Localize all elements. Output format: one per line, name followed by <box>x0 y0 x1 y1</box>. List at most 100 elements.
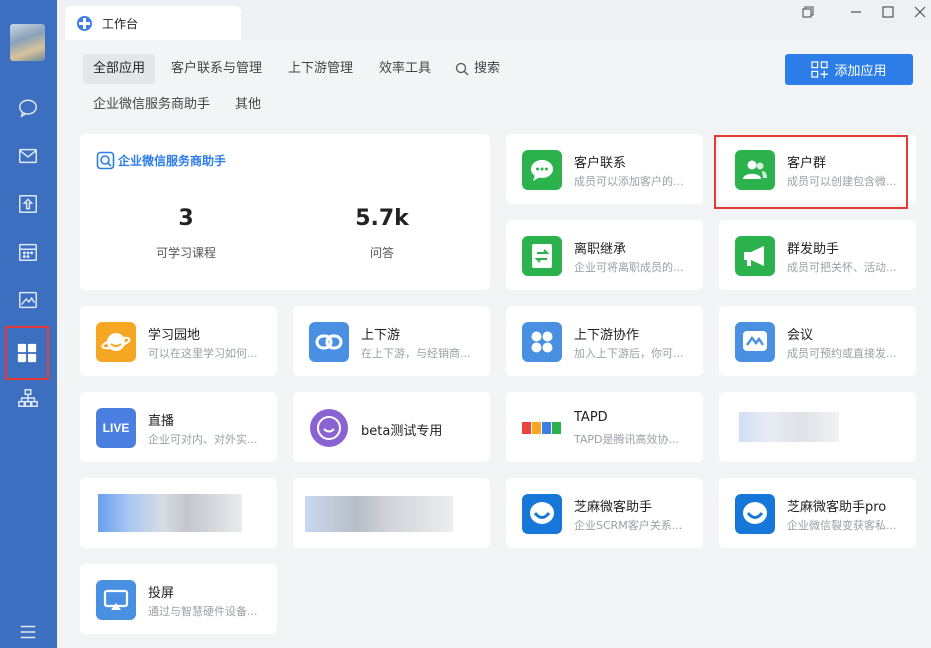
app-card-supply-collab[interactable]: 上下游协作 加入上下游后，你可... <box>506 306 703 376</box>
service-assistant-card[interactable]: 企业微信服务商助手 3 可学习课程 5.7k 问答 <box>80 134 490 290</box>
sidebar <box>0 0 57 648</box>
docs-icon <box>19 195 37 213</box>
app-name: 客户联系 <box>574 156 627 171</box>
group-users-icon <box>735 150 775 190</box>
app-desc: 企业可对内、对外实... <box>148 433 258 446</box>
sidebar-item-calendar[interactable] <box>6 230 50 274</box>
workbench-grid-icon <box>17 343 37 363</box>
tab-all-apps[interactable]: 全部应用 <box>83 54 156 84</box>
app-card-learning[interactable]: 学习园地 可以在这里学习如何... <box>80 306 277 376</box>
app-card-supply-chain[interactable]: 上下游 在上下游，与经销商... <box>293 306 490 376</box>
stat-courses-value: 3 <box>178 206 194 231</box>
app-card-blurred[interactable] <box>293 478 490 548</box>
maximize-button[interactable] <box>879 4 897 20</box>
planet-icon <box>96 322 136 362</box>
tab-efficiency-tools[interactable]: 效率工具 <box>369 54 441 84</box>
chat-icon <box>19 99 37 118</box>
search-icon <box>455 62 469 76</box>
restore-button[interactable] <box>799 4 817 20</box>
sidebar-item-menu[interactable] <box>6 610 50 648</box>
app-card-blurred[interactable] <box>719 392 916 462</box>
workbench-logo-icon <box>77 15 92 31</box>
live-icon-text: LIVE <box>102 421 130 435</box>
stat-qa-value: 5.7k <box>355 206 409 231</box>
app-desc: 在上下游，与经销商... <box>361 347 471 360</box>
app-desc: 成员可把关怀、活动... <box>787 261 897 274</box>
app-name: 直播 <box>148 414 175 429</box>
assistant-title: 企业微信服务商助手 <box>118 154 227 168</box>
tab-workbench[interactable]: 工作台 <box>65 6 241 40</box>
tab-customer-management[interactable]: 客户联系与管理 <box>161 54 272 84</box>
app-name: 会议 <box>787 328 814 343</box>
app-card-zhima-assistant-pro[interactable]: 芝麻微客助手pro 企业微信裂变获客私... <box>719 478 916 548</box>
four-dots-icon <box>522 322 562 362</box>
app-name: 学习园地 <box>148 328 201 343</box>
app-card-blurred[interactable] <box>80 478 277 548</box>
close-icon <box>914 6 926 18</box>
app-card-meeting[interactable]: 会议 成员可预约或直接发... <box>719 306 916 376</box>
app-name: 上下游协作 <box>574 328 640 343</box>
app-card-customer-group[interactable]: 客户群 成员可以创建包含微... <box>719 134 916 204</box>
search-button[interactable]: 搜索 <box>445 54 510 84</box>
sidebar-item-photos[interactable] <box>6 278 50 322</box>
app-desc: 成员可以添加客户的... <box>574 175 684 188</box>
restore-icon <box>802 6 814 18</box>
smile-bubble-icon <box>522 494 562 534</box>
app-desc: TAPD是腾讯高效协... <box>574 433 679 446</box>
app-desc: 企业可将离职成员的... <box>574 261 684 274</box>
app-name: 芝麻微客助手pro <box>787 500 887 515</box>
stat-courses-label: 可学习课程 <box>155 246 216 260</box>
app-card-zhima-assistant[interactable]: 芝麻微客助手 企业SCRM客户关系... <box>506 478 703 548</box>
mail-icon <box>19 148 37 164</box>
sidebar-item-messages[interactable] <box>6 86 50 130</box>
sidebar-item-mail[interactable] <box>6 134 50 178</box>
stat-qa-label: 问答 <box>369 246 394 260</box>
app-name: TAPD <box>574 410 608 425</box>
app-name: 投屏 <box>148 586 175 601</box>
photos-icon <box>19 291 37 309</box>
app-card-live[interactable]: LIVE 直播 企业可对内、对外实... <box>80 392 277 462</box>
app-card-beta-test[interactable]: beta测试专用 <box>293 392 490 462</box>
app-name: 上下游 <box>361 328 401 343</box>
pixelated-app-block <box>739 412 839 442</box>
menu-icon <box>20 625 36 639</box>
link-icon <box>309 322 349 362</box>
minimize-button[interactable] <box>847 4 865 20</box>
maximize-icon <box>882 6 894 18</box>
app-card-screen-cast[interactable]: 投屏 通过与智慧硬件设备... <box>80 564 277 634</box>
app-desc: 通过与智慧硬件设备... <box>148 605 258 618</box>
add-app-icon <box>811 61 829 78</box>
app-card-resignation-inherit[interactable]: 离职继承 企业可将离职成员的... <box>506 220 703 290</box>
close-button[interactable] <box>911 4 929 20</box>
app-desc: 可以在这里学习如何... <box>148 347 258 360</box>
screen-cast-icon <box>96 580 136 620</box>
smile-circle-icon <box>309 408 349 448</box>
live-icon: LIVE <box>96 408 136 448</box>
avatar[interactable] <box>10 24 45 61</box>
app-name: 芝麻微客助手 <box>574 500 653 515</box>
add-app-label: 添加应用 <box>834 64 887 79</box>
title-bar: 工作台 <box>57 0 931 40</box>
app-desc: 加入上下游后，你可... <box>574 347 684 360</box>
tab-service-assistant[interactable]: 企业微信服务商助手 <box>83 90 220 120</box>
add-app-button[interactable]: 添加应用 <box>785 54 913 85</box>
transfer-doc-icon <box>522 236 562 276</box>
meeting-icon <box>735 322 775 362</box>
megaphone-icon <box>735 236 775 276</box>
tab-supply-chain[interactable]: 上下游管理 <box>278 54 363 84</box>
sidebar-item-docs[interactable] <box>6 182 50 226</box>
org-chart-icon <box>18 389 38 407</box>
app-desc: 企业微信裂变获客私... <box>787 519 897 532</box>
sidebar-item-contacts[interactable] <box>6 376 50 420</box>
app-name: 群发助手 <box>787 242 840 257</box>
app-card-customer-contact[interactable]: 客户联系 成员可以添加客户的... <box>506 134 703 204</box>
tab-other[interactable]: 其他 <box>225 90 271 120</box>
app-desc: 成员可预约或直接发... <box>787 347 897 360</box>
app-card-tapd[interactable]: TAPD TAPD是腾讯高效协... <box>506 392 703 462</box>
assistant-chat-icon <box>96 151 115 170</box>
pixelated-app-block <box>98 494 242 532</box>
chat-bubble-icon <box>522 150 562 190</box>
app-card-mass-message[interactable]: 群发助手 成员可把关怀、活动... <box>719 220 916 290</box>
sidebar-item-workbench[interactable] <box>5 326 49 380</box>
app-desc: 企业SCRM客户关系... <box>574 519 683 532</box>
